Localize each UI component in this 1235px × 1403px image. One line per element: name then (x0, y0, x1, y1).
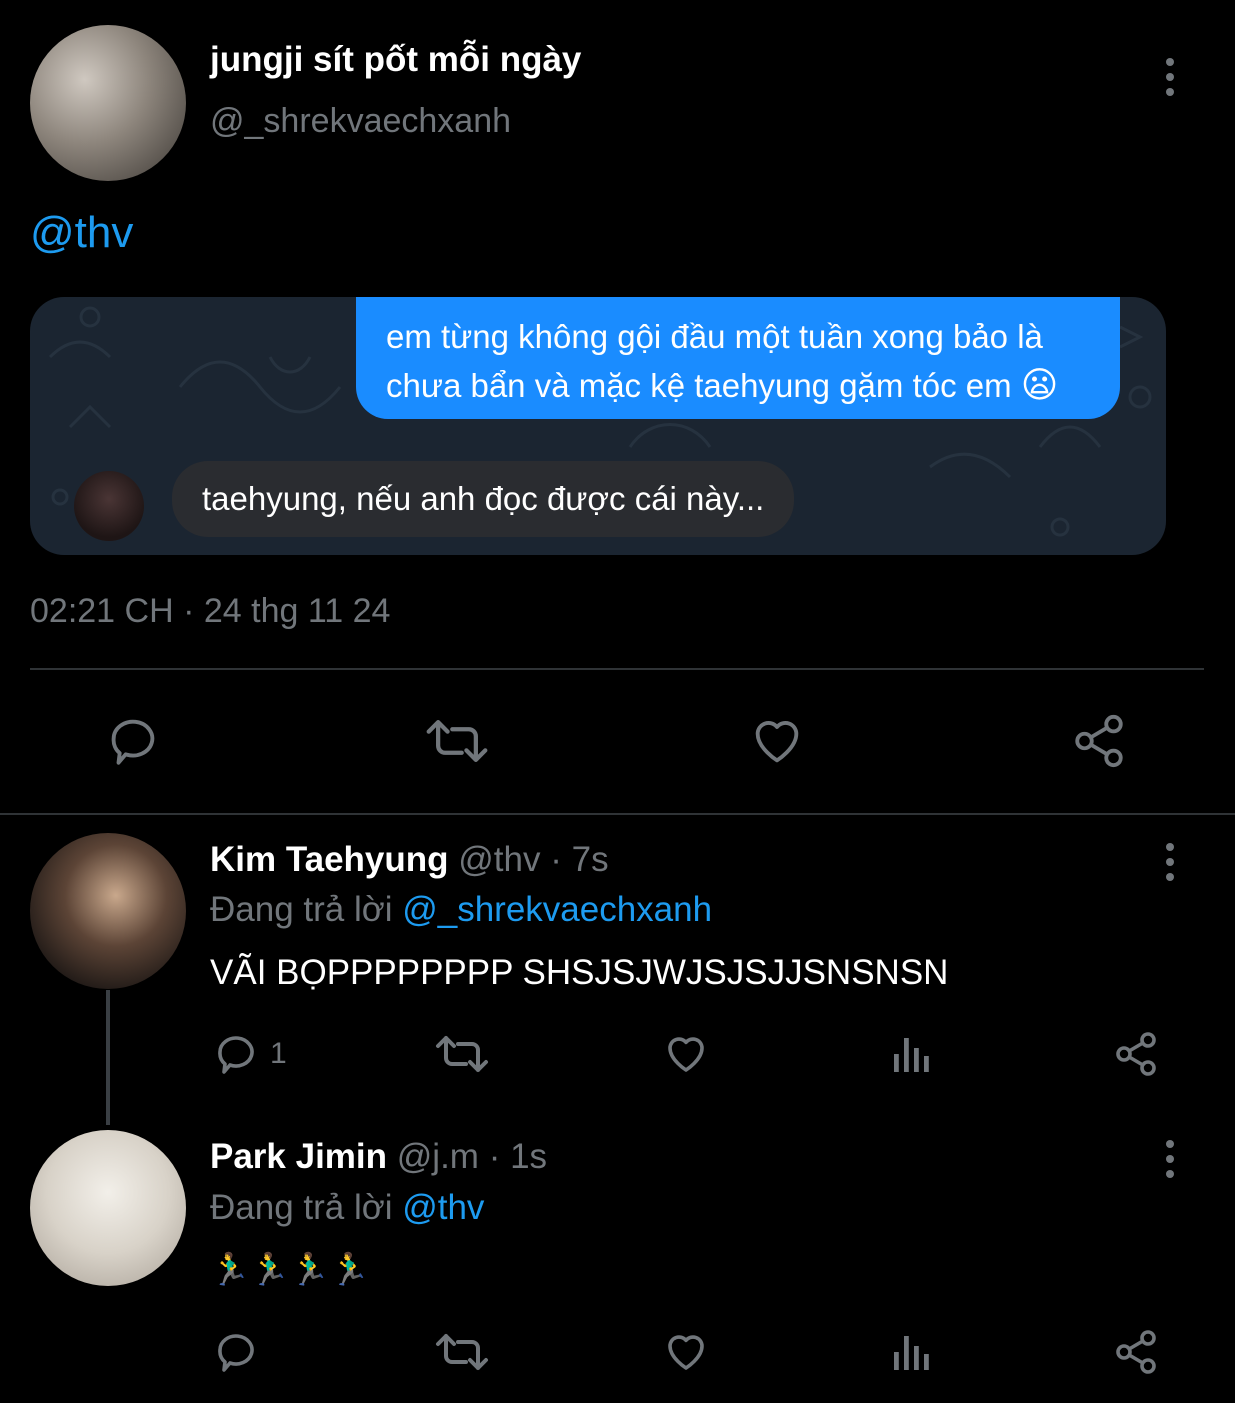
reply-handle[interactable]: @thv (458, 840, 540, 879)
tweet-mention[interactable]: @thv (30, 208, 133, 258)
reply-views-button[interactable] (888, 1328, 936, 1376)
reply-like-button[interactable] (662, 1328, 710, 1376)
reply-display-name[interactable]: Park Jimin (210, 1137, 387, 1176)
thread-connector (106, 990, 110, 1125)
reply-comment-button[interactable]: 1 (212, 1030, 287, 1078)
reply-avatar[interactable] (30, 1130, 186, 1286)
chat-outgoing-text: em từng không gội đầu một tuần xong bảo … (386, 318, 1043, 404)
retweet-icon (436, 1334, 488, 1370)
chat-bubble-incoming: taehyung, nếu anh đọc được cái này... (172, 461, 795, 537)
chat-bubble-outgoing: em từng không gội đầu một tuần xong bảo … (356, 297, 1120, 419)
reply-comment-button[interactable] (212, 1328, 260, 1376)
reply-time[interactable]: · 1s (489, 1137, 547, 1176)
replying-to-handle[interactable]: @thv (402, 1188, 484, 1227)
reply-handle[interactable]: @j.m (397, 1137, 479, 1176)
heart-icon (668, 1335, 704, 1370)
replying-to-line: Đang trả lời @_shrekvaechxanh (210, 890, 712, 930)
reply-like-button[interactable] (662, 1030, 710, 1078)
reply-time[interactable]: · 7s (550, 840, 608, 879)
reply-button[interactable] (104, 712, 162, 770)
retweet-button[interactable] (424, 712, 490, 770)
reply-text: 🏃‍♂️🏃‍♂️🏃‍♂️🏃‍♂️ (210, 1251, 370, 1287)
heart-icon (668, 1037, 704, 1072)
replying-to-line: Đang trả lời @thv (210, 1188, 484, 1228)
tweet-media-image[interactable]: em từng không gội đầu một tuần xong bảo … (30, 297, 1166, 555)
reply-more-options-icon[interactable] (1166, 1140, 1174, 1178)
reply-icon (218, 1036, 254, 1074)
replying-to-label: Đang trả lời (210, 1188, 393, 1227)
reply-header: Kim Taehyung @thv · 7s (210, 840, 609, 880)
retweet-icon (436, 1036, 488, 1072)
replying-to-label: Đang trả lời (210, 890, 393, 929)
share-button[interactable] (1070, 712, 1128, 770)
reply-share-button[interactable] (1112, 1328, 1160, 1376)
reply-count: 1 (270, 1037, 287, 1070)
reply-views-button[interactable] (888, 1030, 936, 1078)
reply-retweet-button[interactable] (434, 1030, 490, 1078)
analytics-icon (894, 1038, 929, 1072)
reply-share-button[interactable] (1112, 1030, 1160, 1078)
retweet-icon (426, 720, 488, 762)
reply-icon (111, 719, 155, 765)
share-icon (1116, 1032, 1156, 1076)
heart-icon (755, 721, 799, 763)
reply-retweet-button[interactable] (434, 1328, 490, 1376)
more-options-icon[interactable] (1166, 58, 1174, 96)
author-display-name[interactable]: jungji sít pốt mỗi ngày (210, 40, 581, 80)
worried-face-emoji: 😦 (1020, 364, 1059, 405)
tweet-timestamp[interactable]: 02:21 CH · 24 thg 11 24 (30, 592, 390, 631)
analytics-icon (894, 1336, 929, 1370)
share-icon (1116, 1330, 1156, 1374)
replying-to-handle[interactable]: @_shrekvaechxanh (402, 890, 712, 929)
author-handle[interactable]: @_shrekvaechxanh (210, 102, 511, 141)
reply-header: Park Jimin @j.m · 1s (210, 1137, 547, 1177)
chat-sender-avatar (74, 471, 144, 541)
like-button[interactable] (748, 712, 806, 770)
divider (30, 668, 1204, 670)
reply-more-options-icon[interactable] (1166, 843, 1174, 881)
reply-avatar[interactable] (30, 833, 186, 989)
share-icon (1075, 714, 1123, 768)
author-avatar[interactable] (30, 25, 186, 181)
reply-display-name[interactable]: Kim Taehyung (210, 840, 449, 879)
reply-icon (218, 1334, 254, 1372)
reply-text: VÃI BỌPPPPPPPP SHSJSJWJSJSJJSNSNSN (210, 953, 949, 992)
section-divider (0, 813, 1235, 815)
